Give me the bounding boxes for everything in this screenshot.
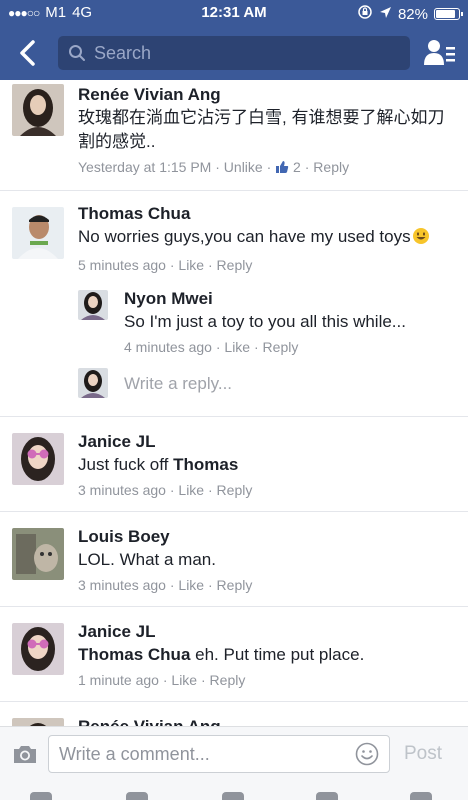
reply-meta: 4 minutes ago · Like · Reply [124,339,299,355]
tab-notifications[interactable] [316,792,338,800]
comment-meta: 3 minutes ago · Like · Reply [78,577,253,593]
location-arrow-icon [379,6,392,23]
reply-item: Nyon Mwei So I'm just a toy to you all t… [78,282,456,364]
friend-list-button[interactable] [424,38,456,68]
avatar[interactable] [12,718,64,726]
unlike-link[interactable]: Unlike [224,159,263,175]
status-bar: ●●●○○ M1 4G 12:31 AM 82% [0,0,468,26]
mention-link[interactable]: Thomas [173,455,238,474]
avatar[interactable] [78,290,108,320]
like-link[interactable]: Like [171,672,197,688]
comment-text: 玫瑰都在淌血它沾污了白雪, 有谁想要了解心如刀割的感觉.. [78,108,445,151]
comment-text-body: Just fuck off [78,455,169,474]
comment-item: Louis Boey LOL. What a man. 3 minutes ag… [0,512,468,607]
reply-link[interactable]: Reply [313,159,349,175]
tab-more[interactable] [410,792,432,800]
battery-icon [434,8,463,20]
like-link[interactable]: Like [178,577,204,593]
battery-percent: 82% [397,5,428,23]
comment-meta: 5 minutes ago · Like · Reply [78,257,253,273]
comment-meta: 3 minutes ago · Like · Reply [78,482,253,498]
grinning-emoji-icon [412,227,430,252]
like-link[interactable]: Like [224,339,250,355]
friend-list-icon [424,40,455,65]
reply-text: So I'm just a toy to you all this while.… [124,312,406,331]
comment-text-body: No worries guys,you can have my used toy… [78,227,411,246]
comment-text-body: eh. Put time put place. [195,645,365,664]
comment-author[interactable]: Louis Boey [78,526,456,548]
comment-item: Renée Vivian Ang [0,702,468,726]
search-input[interactable] [94,42,394,64]
reply-link[interactable]: Reply [217,577,253,593]
reply-author[interactable]: Nyon Mwei [124,288,456,310]
comment-time[interactable]: 1 minute ago [78,672,159,688]
comment-author[interactable]: Thomas Chua [78,203,456,225]
comment-item: Janice JL Thomas Chua eh. Put time put p… [0,607,468,702]
comment-time[interactable]: 3 minutes ago [78,577,166,593]
comment-time[interactable]: 5 minutes ago [78,257,166,273]
avatar[interactable] [12,433,64,485]
reply-link[interactable]: Reply [217,257,253,273]
avatar[interactable] [12,84,64,136]
comment-item: Janice JL Just fuck off Thomas 3 minutes… [0,417,468,512]
mention-link[interactable]: Thomas Chua [78,645,190,664]
post-button[interactable]: Post [404,743,442,765]
avatar[interactable] [12,528,64,580]
emoji-icon [355,742,379,766]
thumbs-up-icon [275,160,289,178]
reply-time[interactable]: 4 minutes ago [124,339,212,355]
status-right: 82% [357,4,463,24]
camera-icon [14,746,36,763]
bottom-tab-bar [0,782,468,800]
comment-composer: Post [0,726,468,782]
emoji-button[interactable] [355,742,379,766]
comment-input[interactable] [59,743,339,765]
comment-meta: Yesterday at 1:15 PM · Unlike · 2 · Repl… [78,158,456,178]
write-reply-input[interactable] [124,374,424,394]
write-reply-row [78,364,456,404]
comment-meta: 1 minute ago · Like · Reply [78,672,246,688]
avatar [78,368,108,398]
comment-author[interactable]: Janice JL [78,621,456,643]
comment-text: Just fuck off Thomas [78,453,456,477]
comment-item: Thomas Chua No worries guys,you can have… [0,191,468,417]
camera-button[interactable] [12,743,38,765]
comment-item: Renée Vivian Ang 玫瑰都在淌血它沾污了白雪, 有谁想要了解心如刀… [0,80,468,191]
back-button[interactable] [10,36,44,70]
like-link[interactable]: Like [178,257,204,273]
comment-author[interactable]: Renée Vivian Ang [78,716,456,726]
tab-messenger[interactable] [222,792,244,800]
search-icon [69,45,85,61]
tab-requests[interactable] [126,792,148,800]
reply-link[interactable]: Reply [210,672,246,688]
tab-news-feed[interactable] [30,792,52,800]
nav-bar [0,26,468,80]
search-bar[interactable] [58,36,410,70]
comment-text: Thomas Chua eh. Put time put place. [78,643,456,667]
reply-link[interactable]: Reply [217,482,253,498]
avatar[interactable] [12,207,64,259]
back-chevron-icon [20,40,35,66]
comment-author[interactable]: Janice JL [78,431,456,453]
comment-time[interactable]: Yesterday at 1:15 PM [78,159,211,175]
like-count[interactable]: 2 [293,159,301,175]
comment-time[interactable]: 3 minutes ago [78,482,166,498]
comment-text: No worries guys,you can have my used toy… [78,225,456,252]
comment-input-box[interactable] [48,735,390,773]
comments-feed: Renée Vivian Ang 玫瑰都在淌血它沾污了白雪, 有谁想要了解心如刀… [0,80,468,726]
comment-text: LOL. What a man. [78,550,216,569]
like-link[interactable]: Like [178,482,204,498]
reply-link[interactable]: Reply [263,339,299,355]
rotation-lock-icon [357,4,373,24]
comment-author[interactable]: Renée Vivian Ang [78,84,456,106]
avatar[interactable] [12,623,64,675]
